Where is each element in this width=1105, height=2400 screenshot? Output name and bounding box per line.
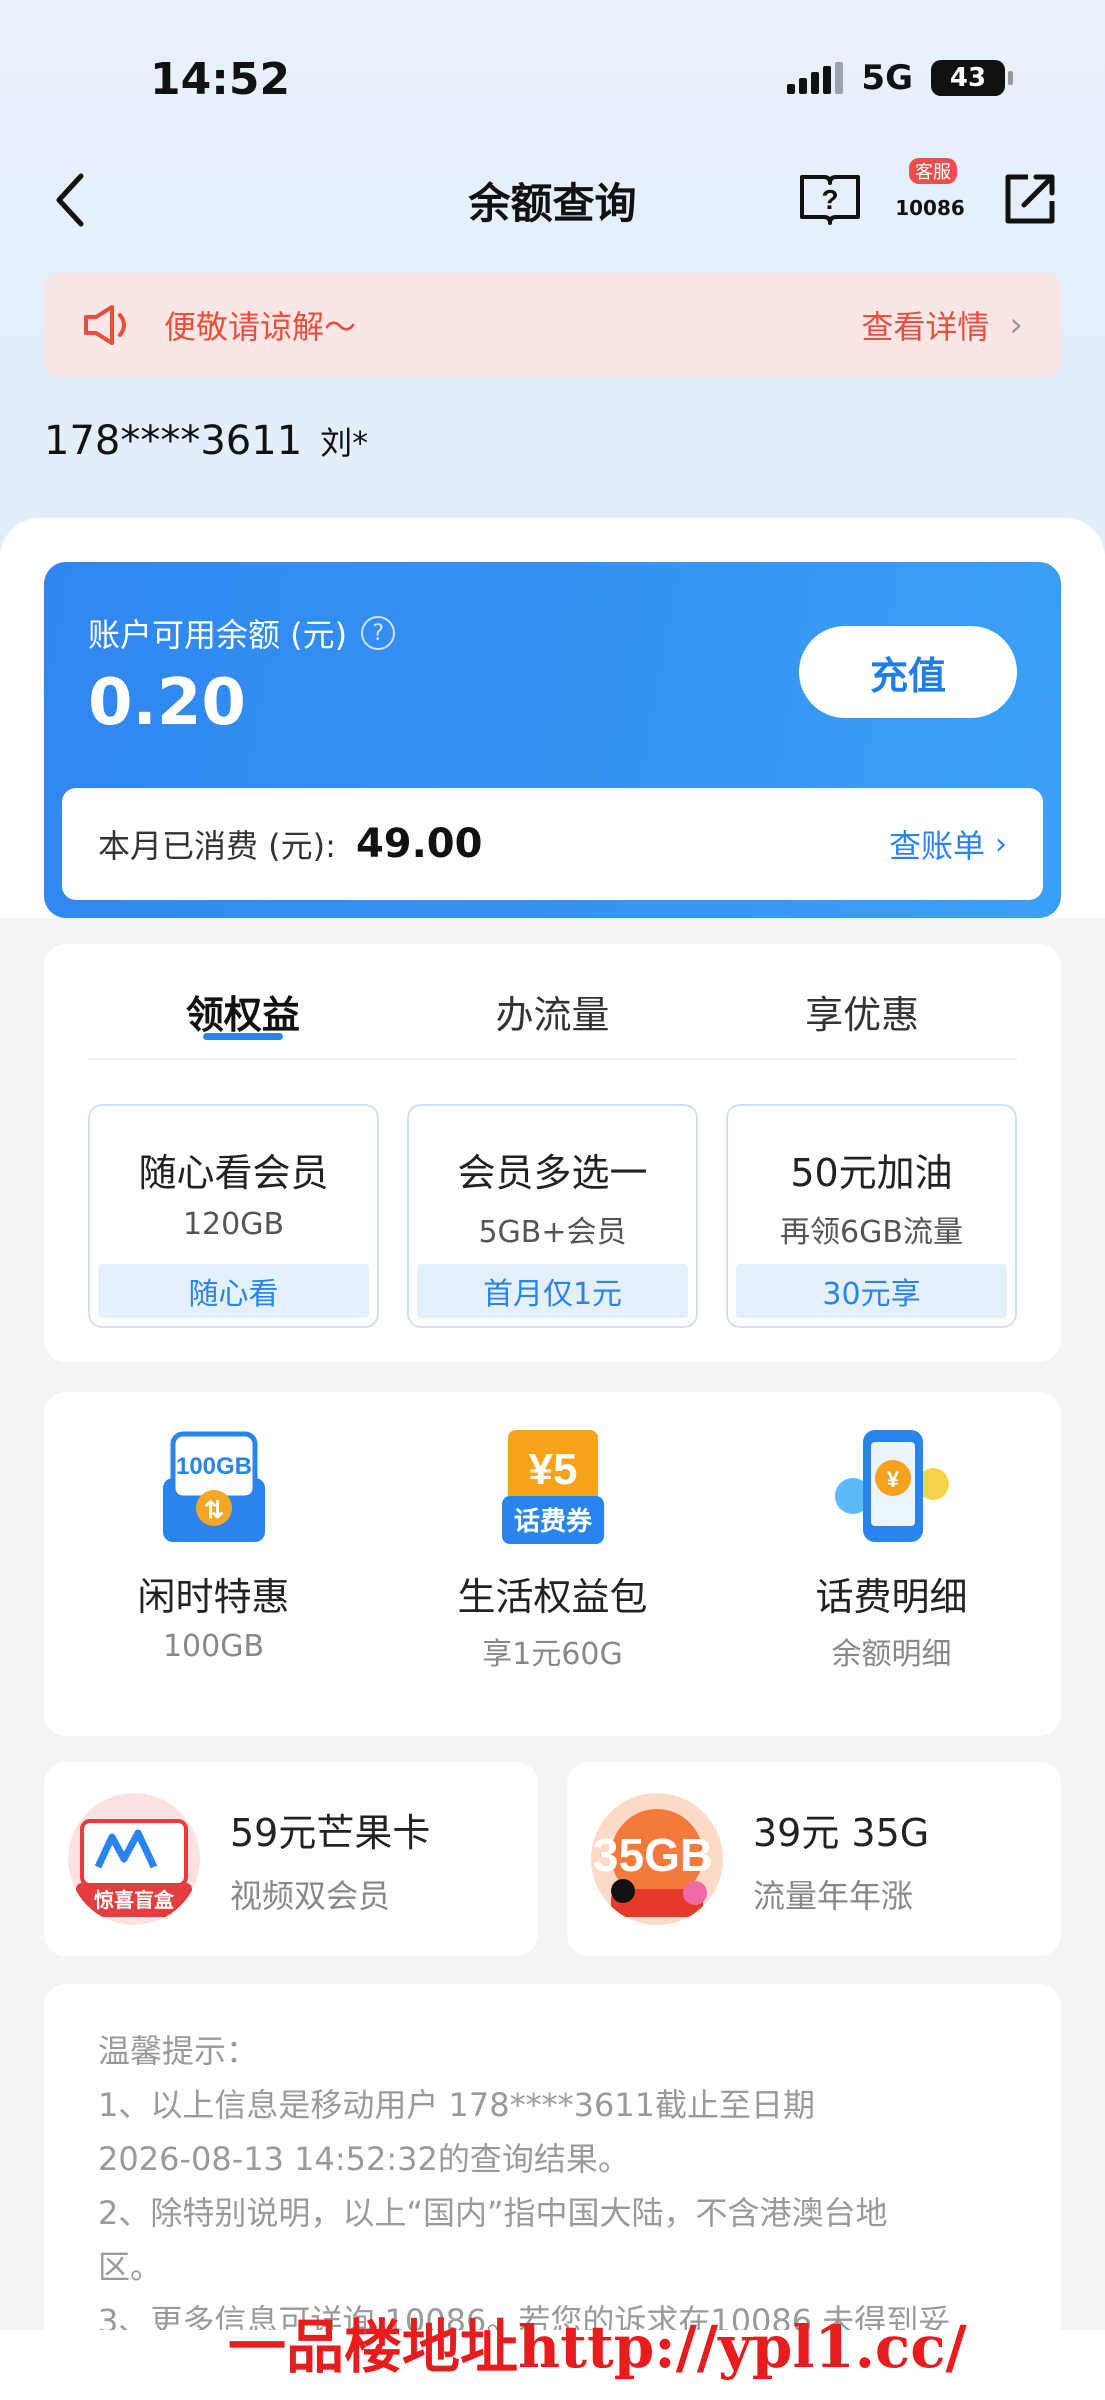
service-name: 生活权益包 bbox=[457, 1575, 648, 1619]
user-name: 刘* bbox=[320, 424, 369, 462]
status-bar: 14:52 5G 43 bbox=[0, 0, 1105, 160]
spend-value: 49.00 bbox=[355, 821, 483, 867]
offer-subtitle: 120GB bbox=[182, 1207, 285, 1242]
service-idle-data[interactable]: 100GB ⇅ 闲时特惠 100GB bbox=[44, 1422, 383, 1736]
offer-title: 随心看会员 bbox=[138, 1151, 329, 1195]
service-subtitle: 余额明细 bbox=[831, 1637, 952, 1672]
offer-title: 50元加油 bbox=[790, 1151, 953, 1195]
bill-icon-value: ¥ bbox=[886, 1467, 899, 1492]
view-bill-link[interactable]: 查账单 bbox=[889, 821, 985, 867]
balance-card: 账户可用余额 (元) ? 0.20 充值 本月已消费 (元): 49.00 查账… bbox=[44, 562, 1061, 918]
offer-tag: 首月仅1元 bbox=[417, 1264, 688, 1318]
notice-detail-link[interactable]: 查看详情 bbox=[861, 302, 989, 348]
balance-label: 账户可用余额 (元) bbox=[88, 616, 348, 654]
offer-title: 会员多选一 bbox=[457, 1151, 648, 1195]
signal-icon bbox=[787, 62, 844, 94]
promo-data-card[interactable]: 35GB 39元 35G 流量年年涨 bbox=[567, 1762, 1061, 1956]
service-badge: 客服 bbox=[909, 158, 957, 184]
notice-bar[interactable]: 便敬请谅解～ 查看详情 › bbox=[44, 273, 1061, 377]
help-button[interactable]: ? bbox=[795, 164, 865, 234]
phone-bill-icon: ¥ bbox=[827, 1422, 957, 1552]
svg-text:?: ? bbox=[821, 184, 838, 215]
service-number: 10086 bbox=[895, 196, 965, 220]
chevron-right-icon: › bbox=[995, 826, 1007, 862]
speaker-icon bbox=[84, 305, 126, 345]
user-info: 178****3611 刘* bbox=[44, 418, 368, 464]
recharge-button[interactable]: 充值 bbox=[799, 626, 1017, 718]
monthly-spend: 本月已消费 (元): 49.00 查账单 › bbox=[62, 788, 1043, 900]
offer-tag: 30元享 bbox=[736, 1264, 1007, 1318]
tips-line: 2026-08-13 14:52:32的查询结果。 bbox=[98, 2140, 630, 2178]
promo-title: 39元 35G bbox=[753, 1810, 930, 1855]
data-image-label: 35GB bbox=[593, 1829, 713, 1881]
offer-subtitle: 再领6GB流量 bbox=[780, 1215, 963, 1250]
service-name: 闲时特惠 bbox=[137, 1575, 290, 1619]
service-grid: 100GB ⇅ 闲时特惠 100GB ¥5 话费券 生活权益包 享1元60G ¥… bbox=[44, 1392, 1061, 1736]
data-package-label: 100GB bbox=[175, 1453, 251, 1480]
promo-subtitle: 流量年年涨 bbox=[753, 1876, 914, 1915]
header-actions: ? 客服 10086 bbox=[795, 158, 1065, 234]
tab-bar: 领权益 办流量 享优惠 bbox=[88, 974, 1017, 1060]
user-phone: 178****3611 bbox=[44, 418, 303, 464]
offer-item[interactable]: 随心看会员 120GB 随心看 bbox=[88, 1104, 379, 1328]
promo-text: 59元芒果卡 视频双会员 bbox=[230, 1802, 430, 1917]
help-book-icon: ? bbox=[800, 175, 860, 225]
network-type: 5G bbox=[861, 58, 913, 98]
service-name: 话费明细 bbox=[815, 1575, 968, 1619]
svg-text:⇅: ⇅ bbox=[203, 1497, 223, 1524]
notice-text: 便敬请谅解～ bbox=[164, 308, 357, 346]
mango-card-image: 惊喜盲盒 bbox=[68, 1793, 200, 1925]
status-indicators: 5G 43 bbox=[787, 58, 1013, 98]
customer-service-button[interactable]: 客服 10086 bbox=[895, 158, 965, 234]
offers-card: 领权益 办流量 享优惠 随心看会员 120GB 随心看 会员多选一 5GB+会员… bbox=[44, 944, 1061, 1362]
data-card-image: 35GB bbox=[591, 1793, 723, 1925]
tab-data[interactable]: 办流量 bbox=[398, 974, 708, 1058]
spend-label: 本月已消费 (元): bbox=[98, 827, 336, 865]
battery-icon: 43 bbox=[931, 60, 1013, 96]
tab-benefits[interactable]: 领权益 bbox=[88, 974, 398, 1058]
offer-item[interactable]: 会员多选一 5GB+会员 首月仅1元 bbox=[407, 1104, 698, 1328]
status-time: 14:52 bbox=[150, 54, 291, 105]
battery-level: 43 bbox=[949, 63, 987, 93]
coupon-value: ¥5 bbox=[528, 1445, 577, 1494]
service-life-pack[interactable]: ¥5 话费券 生活权益包 享1元60G bbox=[383, 1422, 722, 1736]
promo-mango-card[interactable]: 惊喜盲盒 59元芒果卡 视频双会员 bbox=[44, 1762, 538, 1956]
coupon-label: 话费券 bbox=[513, 1507, 592, 1537]
offer-list: 随心看会员 120GB 随心看 会员多选一 5GB+会员 首月仅1元 50元加油… bbox=[88, 1104, 1017, 1328]
nav-header: 余额查询 ? 客服 10086 bbox=[0, 150, 1105, 250]
data-package-icon: 100GB ⇅ bbox=[149, 1422, 279, 1552]
tips-line: 区。 bbox=[98, 2248, 163, 2286]
mango-image-label: 惊喜盲盒 bbox=[94, 1888, 175, 1912]
tips-heading: 温馨提示： bbox=[98, 2032, 259, 2070]
tips-line: 2、除特别说明，以上“国内”指中国大陆，不含港澳台地 bbox=[98, 2194, 888, 2232]
service-bill-detail[interactable]: ¥ 话费明细 余额明细 bbox=[722, 1422, 1061, 1736]
tips-line: 1、以上信息是移动用户 178****3611截止至日期 bbox=[98, 2086, 816, 2124]
chevron-right-icon: › bbox=[1009, 305, 1023, 345]
promo-title: 59元芒果卡 bbox=[230, 1810, 431, 1855]
watermark-text: 一品楼地址http://ypl1.cc/ bbox=[228, 2313, 967, 2381]
promo-subtitle: 视频双会员 bbox=[230, 1876, 391, 1915]
service-subtitle: 100GB bbox=[162, 1629, 265, 1664]
question-icon[interactable]: ? bbox=[361, 616, 396, 650]
balance-value: 0.20 bbox=[88, 666, 246, 740]
share-icon bbox=[1005, 174, 1055, 224]
tab-discounts[interactable]: 享优惠 bbox=[707, 974, 1017, 1058]
offer-item[interactable]: 50元加油 再领6GB流量 30元享 bbox=[726, 1104, 1017, 1328]
promo-text: 39元 35G 流量年年涨 bbox=[753, 1802, 929, 1917]
balance-label-row: 账户可用余额 (元) ? bbox=[88, 610, 396, 656]
service-subtitle: 享1元60G bbox=[482, 1637, 623, 1672]
offer-subtitle: 5GB+会员 bbox=[478, 1215, 627, 1250]
offer-tag: 随心看 bbox=[98, 1264, 369, 1318]
coupon-icon: ¥5 话费券 bbox=[488, 1422, 618, 1552]
share-button[interactable] bbox=[995, 164, 1065, 234]
